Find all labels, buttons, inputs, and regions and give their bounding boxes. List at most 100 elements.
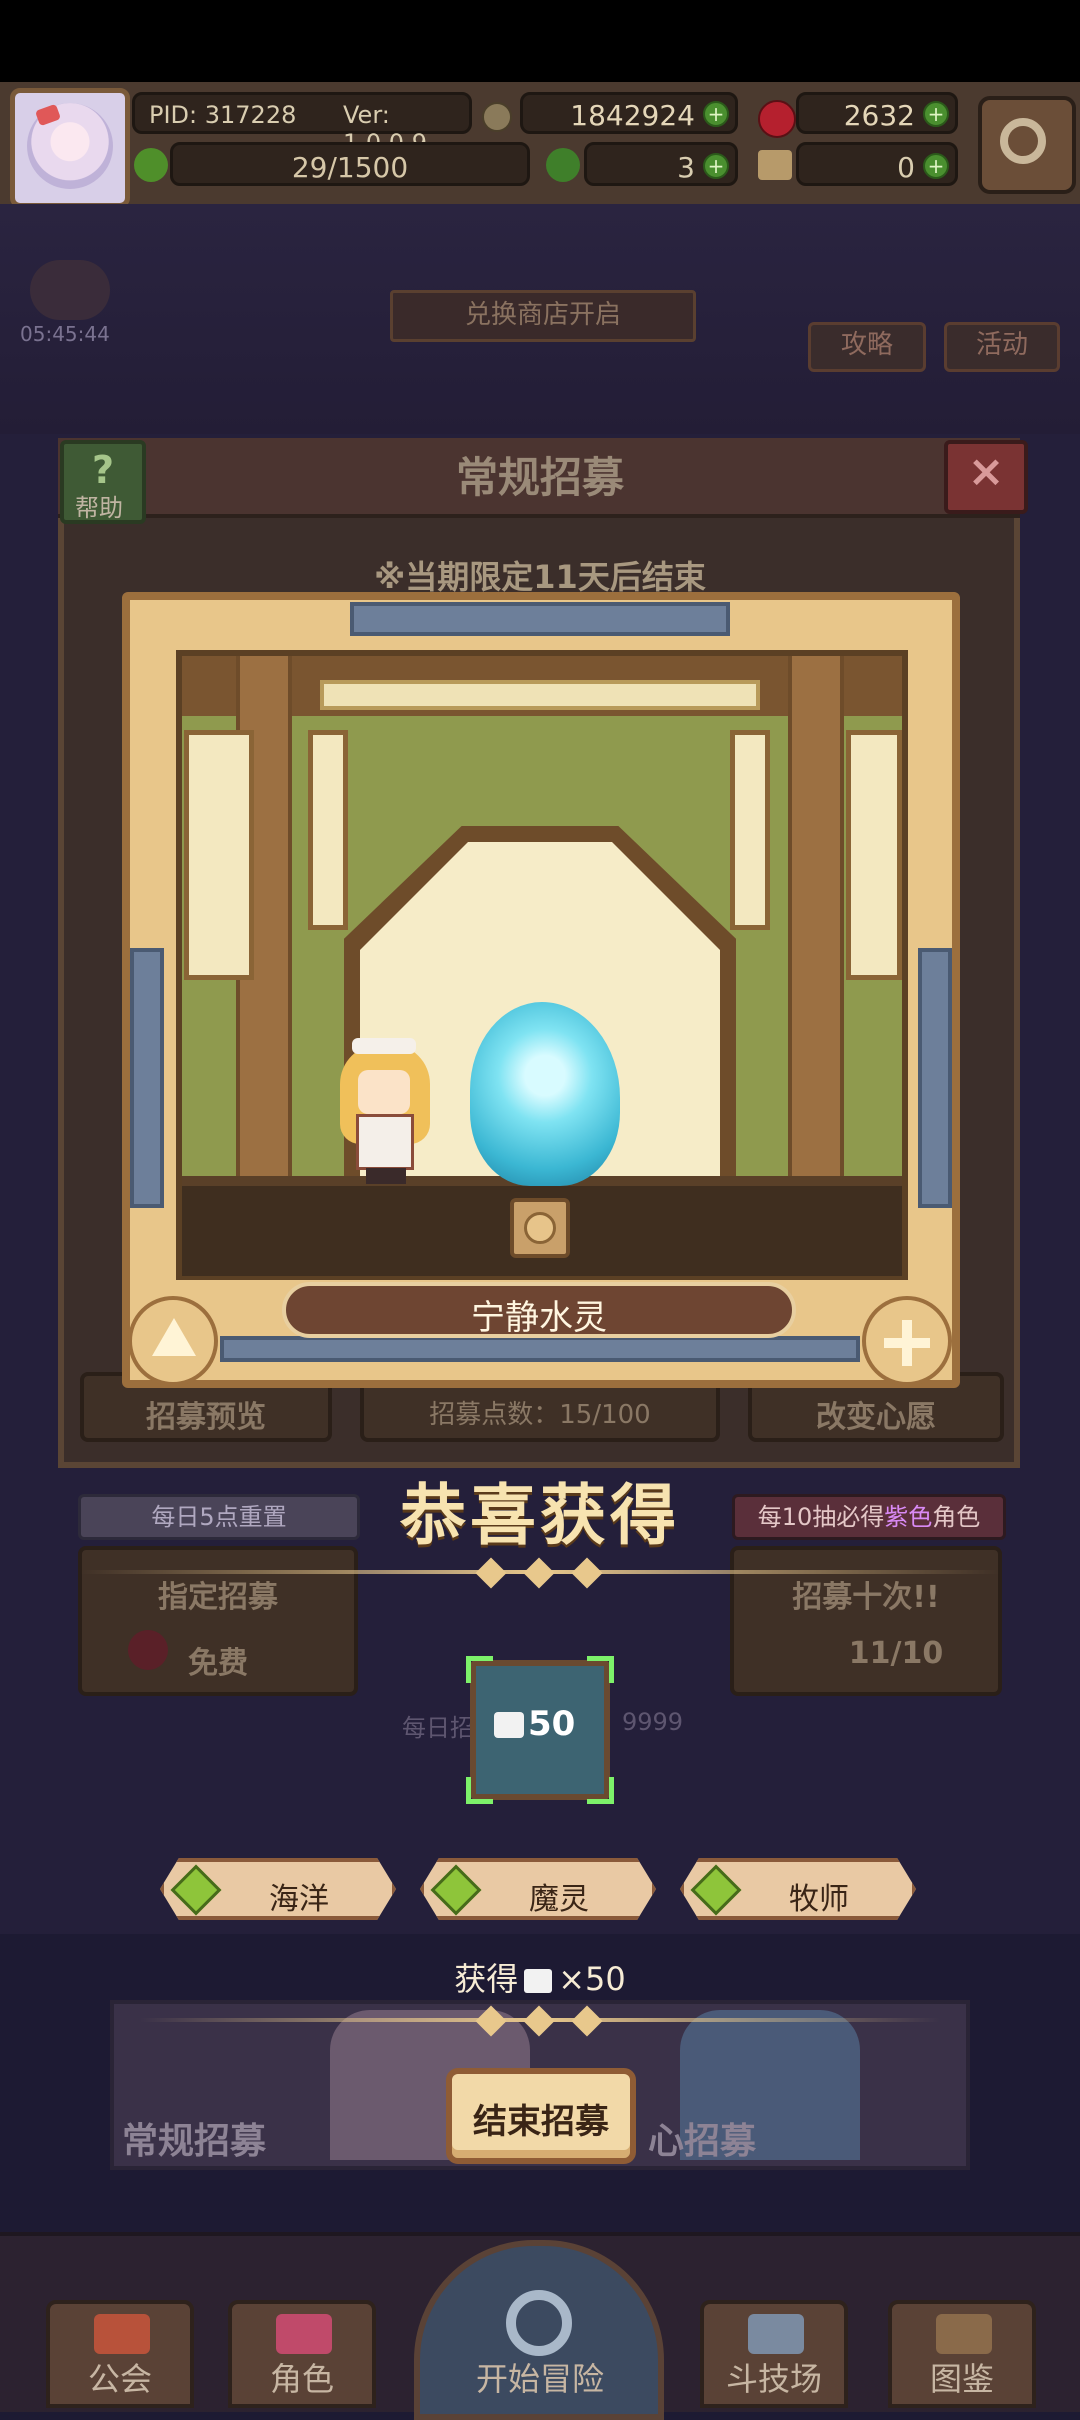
gold-amount: 1842924 — [570, 99, 695, 132]
wall-scroll-right — [730, 730, 770, 930]
obtain-prefix: 获得 — [454, 1960, 519, 1998]
frame-left-ornament — [130, 948, 164, 1208]
add-gold-icon[interactable]: + — [703, 101, 729, 127]
shoji-screen-left — [184, 730, 254, 980]
recruit-ten-label: 招募十次!! — [792, 1580, 940, 1615]
daily-limit-value: 9999 — [622, 1708, 684, 1736]
key-pill: 0 + — [796, 142, 958, 186]
frame-right-ornament — [918, 948, 952, 1208]
gem-pill: 2632 + — [796, 92, 958, 134]
selection-corner — [587, 1777, 614, 1804]
frame-corner-right — [862, 1296, 952, 1386]
close-button[interactable]: × — [944, 440, 1028, 514]
event-timer: 05:45:44 — [20, 322, 110, 346]
gear-icon — [1000, 118, 1046, 164]
banner-regular-recruit[interactable]: 常规招募 — [122, 2112, 266, 2164]
ruby-icon — [758, 100, 796, 138]
room-lintel — [320, 680, 760, 710]
recruit-ten-button[interactable]: 招募十次!! 11/10 — [730, 1546, 1002, 1696]
ticket-icon — [524, 1969, 553, 1993]
question-icon: ? — [91, 448, 115, 492]
water-spirit-sprite — [470, 1002, 620, 1186]
add-gem-icon[interactable]: + — [923, 101, 949, 127]
emblem-center — [524, 1212, 556, 1244]
magnifier-icon — [506, 2290, 572, 2356]
event-button[interactable]: 活动 — [944, 322, 1060, 372]
ticket-icon — [494, 1712, 524, 1738]
stamina-leaf-icon — [134, 148, 168, 182]
wall-scroll-left — [308, 730, 348, 930]
settings-button[interactable] — [978, 96, 1076, 194]
trait-label: 魔灵 — [529, 1882, 589, 1917]
shop-open-banner: 兑换商店开启 — [390, 290, 696, 342]
help-label: 帮助 — [75, 494, 123, 522]
player-id: PID: 317228 — [149, 101, 297, 129]
nav-adventure-label: 开始冒险 — [475, 2360, 604, 2398]
trait-tag-ocean: 海洋 — [160, 1858, 396, 1920]
divider-ornament — [475, 1557, 603, 1589]
maid-character-sprite — [330, 1038, 440, 1184]
obtain-suffix: ×50 — [558, 1960, 626, 1998]
strategy-button[interactable]: 攻略 — [808, 322, 926, 372]
room-pillar-right — [788, 656, 844, 1176]
gold-coin-icon — [482, 102, 512, 132]
nav-codex-label: 图鉴 — [929, 2360, 994, 2398]
id-pill: PID: 317228 Ver: 1.0.0.9 — [132, 92, 472, 157]
top-bar: PID: 317228 Ver: 1.0.0.9 1842924 + 2632 … — [0, 82, 1080, 208]
trait-label: 海洋 — [269, 1882, 329, 1917]
shoji-screen-right — [846, 730, 902, 980]
gem-amount: 2632 — [843, 99, 915, 132]
clover-amount: 3 — [677, 151, 695, 184]
status-strip — [0, 0, 1080, 82]
congrats-title: 恭喜获得 — [400, 1477, 680, 1554]
maid-headband — [352, 1038, 416, 1054]
daily-limit-label: 每日招 — [402, 1714, 474, 1742]
maid-legs — [366, 1168, 406, 1184]
key-icon — [758, 150, 792, 180]
character-name: 宁静水灵 — [471, 1298, 607, 1338]
frame-top-ornament — [350, 602, 730, 636]
stamina-value: 29/1500 — [291, 151, 409, 184]
book-icon — [936, 2314, 992, 2354]
close-icon: × — [967, 446, 1005, 497]
gold-pill: 1842924 + — [520, 92, 738, 134]
emblem-icon — [510, 1198, 570, 1258]
crossed-swords-icon — [748, 2314, 804, 2354]
obtain-summary: 获得 ×50 — [0, 1954, 1080, 2000]
guild-icon — [94, 2314, 150, 2354]
banner-wish-recruit[interactable]: 心招募 — [648, 2112, 756, 2164]
trait-tag-priest: 牧师 — [680, 1858, 916, 1920]
maid-dress — [356, 1114, 414, 1170]
designated-label: 指定招募 — [158, 1580, 278, 1615]
trait-tag-demon-spirit: 魔灵 — [420, 1858, 656, 1920]
recruit-ten-count: 11/10 — [848, 1636, 944, 1671]
water-spirit-body — [470, 1002, 620, 1186]
reward-item-card[interactable]: 50 — [466, 1656, 614, 1804]
clover-icon — [546, 148, 580, 182]
add-clover-icon[interactable]: + — [703, 153, 729, 179]
frame-bottom-ornament — [220, 1336, 860, 1362]
triangle-icon — [152, 1318, 196, 1356]
heart-icon — [30, 260, 110, 320]
divider-ornament — [475, 2005, 603, 2037]
panel-title: 常规招募 — [455, 453, 624, 502]
trait-label: 牧师 — [789, 1882, 849, 1917]
free-label: 免费 — [188, 1646, 248, 1681]
designated-recruit-button[interactable]: 指定招募 免费 — [78, 1546, 358, 1696]
nav-guild-label: 公会 — [87, 2360, 152, 2398]
player-avatar[interactable] — [10, 88, 130, 208]
selection-corner — [466, 1777, 493, 1804]
nav-character-label: 角色 — [269, 2360, 334, 2398]
nav-arena-label: 斗技场 — [725, 2360, 822, 2398]
frame-corner-left — [128, 1296, 218, 1386]
stamina-bar: 29/1500 — [170, 142, 530, 186]
character-icon — [276, 2314, 332, 2354]
add-key-icon[interactable]: + — [923, 153, 949, 179]
key-amount: 0 — [897, 151, 915, 184]
selection-corner — [466, 1656, 493, 1683]
cross-icon-vertical — [902, 1320, 912, 1366]
clover-pill: 3 + — [584, 142, 738, 186]
selection-corner — [587, 1656, 614, 1683]
reward-quantity: 50 — [528, 1704, 576, 1744]
end-recruit-button[interactable]: 结束招募 — [446, 2068, 636, 2164]
